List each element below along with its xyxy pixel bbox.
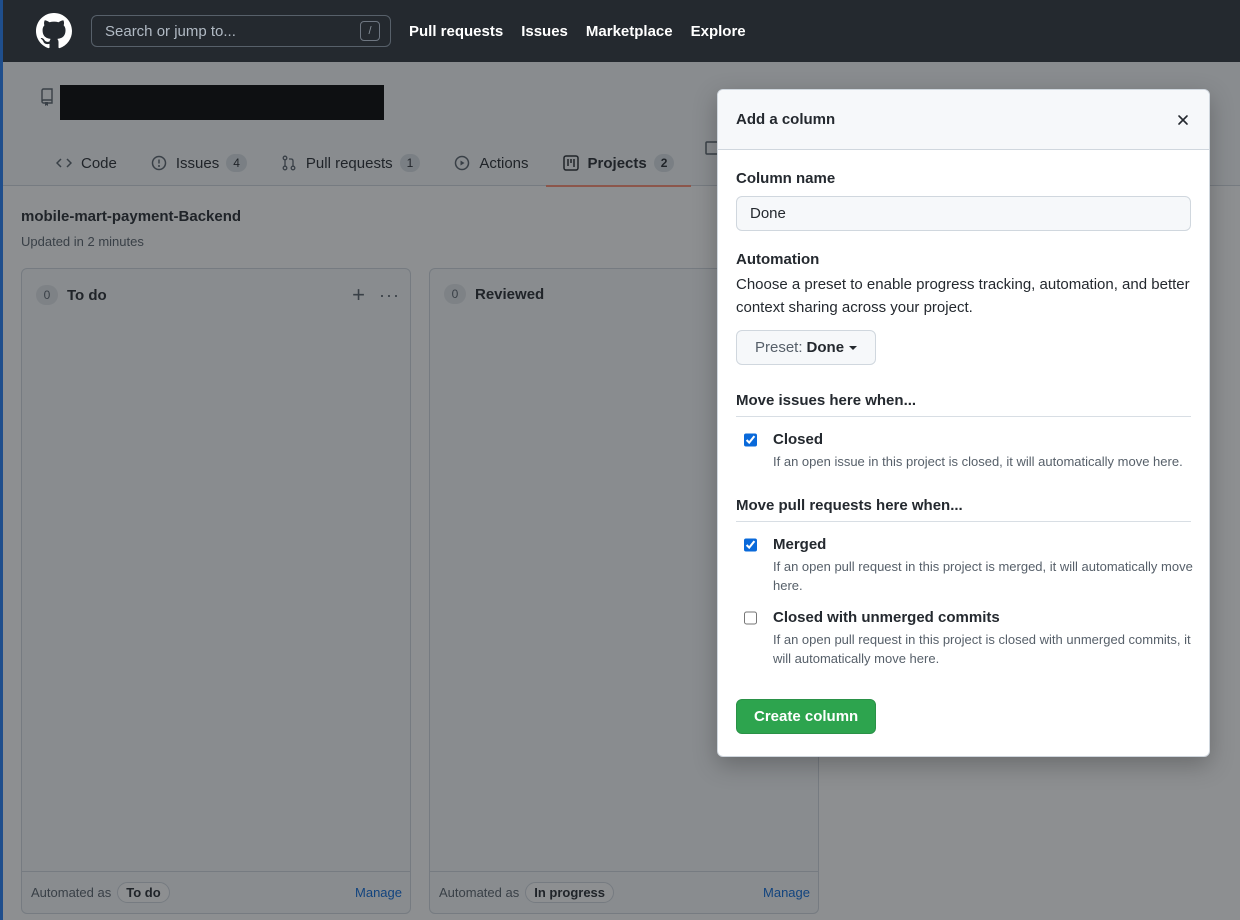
caret-down-icon [849, 345, 858, 350]
nav-issues[interactable]: Issues [521, 23, 568, 40]
option-issue-closed: Closed If an open issue in this project … [736, 431, 1191, 471]
pr-merged-checkbox[interactable] [744, 538, 757, 552]
option-pr-closed-unmerged: Closed with unmerged commits If an open … [736, 609, 1191, 668]
nav-explore[interactable]: Explore [691, 23, 746, 40]
nav-marketplace[interactable]: Marketplace [586, 23, 673, 40]
dialog-title: Add a column [736, 111, 836, 128]
preset-label: Preset: [755, 339, 803, 356]
github-logo-icon[interactable] [36, 13, 72, 49]
option-name: Closed with unmerged commits [773, 609, 1000, 626]
option-pr-merged: Merged If an open pull request in this p… [736, 536, 1193, 595]
option-description: If an open pull request in this project … [773, 632, 1191, 666]
dialog-header: Add a column [718, 90, 1209, 150]
add-column-dialog: Add a column Column name Automation Choo… [717, 89, 1210, 757]
option-name: Merged [773, 536, 827, 553]
option-description: If an open issue in this project is clos… [773, 454, 1183, 469]
pr-section-title: Move pull requests here when... [736, 497, 1191, 522]
column-name-input[interactable] [736, 196, 1191, 231]
option-text: Closed If an open issue in this project … [773, 431, 1193, 471]
slash-shortcut-key: / [360, 21, 380, 41]
option-name: Closed [773, 431, 824, 448]
issues-section-title: Move issues here when... [736, 392, 1191, 417]
automation-description: Choose a preset to enable progress track… [736, 276, 1190, 316]
search-placeholder: Search or jump to... [105, 22, 236, 40]
preset-value: Done [806, 339, 845, 356]
dialog-body: Column name Automation Choose a preset t… [718, 150, 1209, 734]
create-column-button[interactable]: Create column [736, 699, 877, 734]
search-input[interactable]: Search or jump to... / [91, 15, 391, 47]
pr-closed-unmerged-checkbox[interactable] [744, 611, 757, 625]
close-icon[interactable] [1175, 112, 1191, 128]
option-text: Closed with unmerged commits If an open … [773, 609, 1193, 668]
column-name-label: Column name [736, 170, 836, 187]
preset-dropdown-button[interactable]: Preset: Done [736, 330, 877, 365]
nav-pull-requests[interactable]: Pull requests [409, 23, 503, 40]
issue-closed-checkbox[interactable] [744, 433, 757, 447]
automation-label: Automation [736, 251, 820, 268]
global-header: Search or jump to... / Pull requests Iss… [3, 0, 1240, 62]
option-text: Merged If an open pull request in this p… [773, 536, 1193, 595]
option-description: If an open pull request in this project … [773, 559, 1193, 593]
global-nav: Pull requests Issues Marketplace Explore [409, 23, 764, 40]
